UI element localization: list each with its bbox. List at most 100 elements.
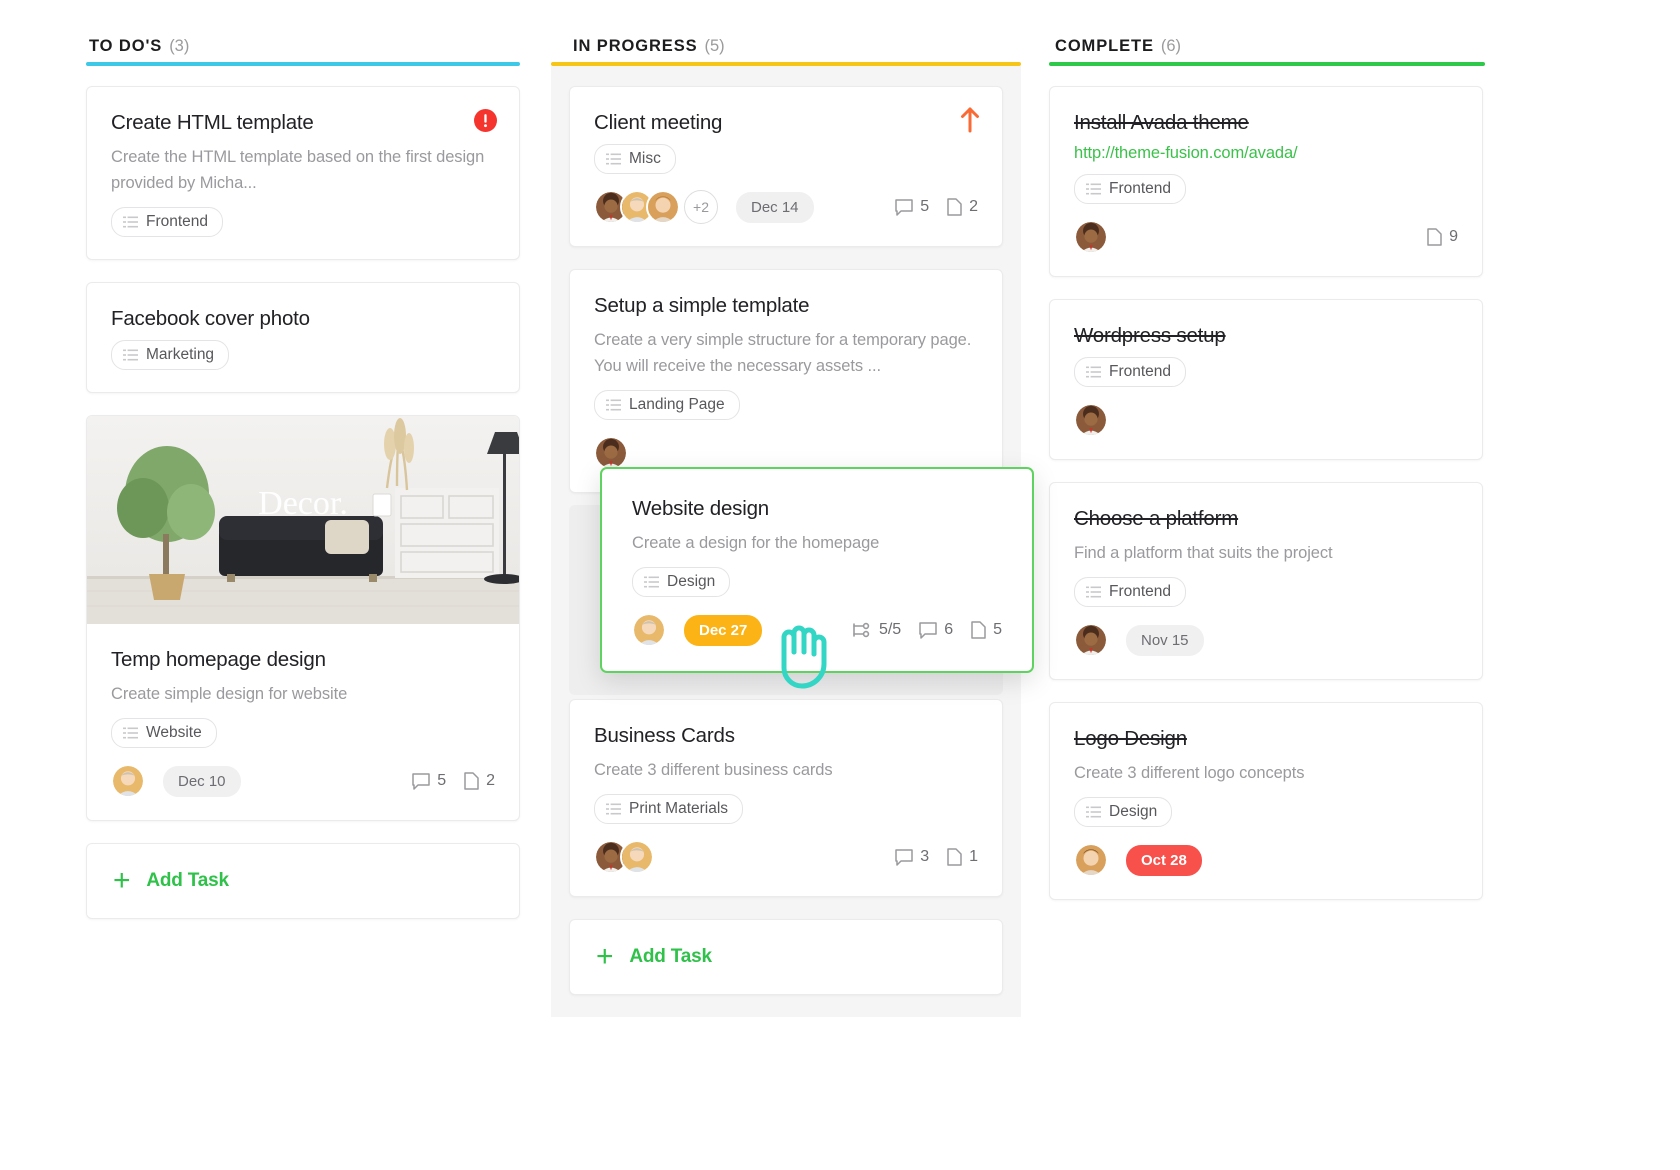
card-title: Client meeting <box>594 111 723 134</box>
avatar[interactable] <box>620 840 654 874</box>
avatar[interactable] <box>594 436 628 470</box>
avatar[interactable] <box>646 190 680 224</box>
avatar[interactable] <box>1074 403 1108 437</box>
task-card[interactable]: Install Avada theme http://theme-fusion.… <box>1049 86 1483 277</box>
list-icon <box>1086 806 1101 818</box>
tag-label: Frontend <box>1109 583 1172 600</box>
task-card[interactable]: Setup a simple template Create a very si… <box>569 269 1003 493</box>
kanban-board: TO DO'S (3) Create HTML template Create … <box>0 0 1680 1170</box>
comments-count: 5 <box>437 772 447 789</box>
card-tag[interactable]: Marketing <box>111 340 230 370</box>
task-card[interactable]: Client meeting Misc +2 Dec 14 5 2 <box>569 86 1003 247</box>
card-tag[interactable]: Misc <box>594 144 676 174</box>
avatar[interactable] <box>1074 623 1108 657</box>
add-task-label: Add Task <box>629 946 712 967</box>
tag-label: Design <box>667 573 716 590</box>
assignee-avatars[interactable] <box>594 190 680 224</box>
assignee-avatars[interactable] <box>594 840 654 874</box>
card-description: Create a very simple structure for a tem… <box>594 331 972 375</box>
card-tag[interactable]: Frontend <box>1074 357 1187 387</box>
card-meta: 5 2 <box>412 772 495 790</box>
files-meta: 9 <box>1427 228 1458 246</box>
card-tag[interactable]: Design <box>632 567 731 597</box>
avatar[interactable] <box>111 764 145 798</box>
assignee-avatars[interactable] <box>632 613 666 647</box>
card-title: Choose a platform <box>1074 507 1239 530</box>
card-tag[interactable]: Print Materials <box>594 794 744 824</box>
task-card[interactable]: Logo Design Create 3 different logo conc… <box>1049 702 1483 900</box>
list-icon <box>606 153 621 165</box>
files-meta: 2 <box>464 772 495 790</box>
card-tag[interactable]: Frontend <box>1074 174 1187 204</box>
tag-label: Landing Page <box>629 396 725 413</box>
column-header-todo: TO DO'S (3) <box>86 0 556 62</box>
tag-label: Design <box>1109 803 1158 820</box>
assignee-avatars[interactable] <box>1074 843 1108 877</box>
task-card[interactable]: Facebook cover photo Marketing <box>86 282 520 393</box>
assignee-avatars[interactable] <box>594 436 628 470</box>
list-icon <box>644 576 659 588</box>
card-description: Create the HTML template based on the fi… <box>111 148 485 192</box>
grab-hand-cursor-icon <box>781 625 827 689</box>
card-meta: 5/5 6 5 <box>852 621 1002 639</box>
card-title: Create HTML template <box>111 111 314 134</box>
card-tag[interactable]: Frontend <box>111 207 224 237</box>
card-meta: 9 <box>1427 228 1458 246</box>
task-card[interactable]: Decor. Temp homepage design Create simpl… <box>86 415 520 821</box>
avatar[interactable] <box>1074 220 1108 254</box>
assignee-avatars[interactable] <box>1074 623 1108 657</box>
files-meta: 2 <box>947 198 978 216</box>
avatar-overflow-count[interactable]: +2 <box>684 190 718 224</box>
comment-icon <box>895 848 913 866</box>
assignee-avatars[interactable] <box>111 764 145 798</box>
card-title: Business Cards <box>594 724 735 747</box>
list-icon <box>1086 586 1101 598</box>
list-icon <box>1086 366 1101 378</box>
task-card[interactable]: Wordpress setup Frontend <box>1049 299 1483 460</box>
assignee-avatars[interactable] <box>1074 220 1108 254</box>
card-footer <box>1074 403 1458 437</box>
card-footer: Oct 28 <box>1074 843 1458 877</box>
list-icon <box>123 727 138 739</box>
list-icon <box>1086 183 1101 195</box>
comments-meta: 5 <box>895 198 929 216</box>
files-count: 5 <box>993 621 1002 638</box>
checklist-meta: 5/5 <box>852 621 901 639</box>
checklist-icon <box>853 622 870 638</box>
svg-text:Decor.: Decor. <box>258 485 348 522</box>
avatar[interactable] <box>632 613 666 647</box>
card-tag[interactable]: Landing Page <box>594 390 740 420</box>
file-icon <box>947 848 962 866</box>
list-icon <box>123 349 138 361</box>
card-link[interactable]: http://theme-fusion.com/avada/ <box>1074 144 1458 163</box>
card-footer: 9 <box>1074 220 1458 254</box>
card-title: Website design <box>632 497 769 520</box>
tag-label: Website <box>146 724 202 741</box>
card-description: Create 3 different logo concepts <box>1074 764 1305 782</box>
task-card[interactable]: Create HTML template Create the HTML tem… <box>86 86 520 260</box>
task-card[interactable]: Choose a platform Find a platform that s… <box>1049 482 1483 680</box>
card-tag[interactable]: Website <box>111 718 217 748</box>
assignee-avatars[interactable] <box>1074 403 1108 437</box>
card-tag[interactable]: Design <box>1074 797 1173 827</box>
card-meta: 3 1 <box>895 848 978 866</box>
card-description: Create a design for the homepage <box>632 534 880 552</box>
comments-count: 3 <box>920 848 930 865</box>
comment-icon <box>919 621 937 639</box>
due-date-badge: Dec 10 <box>163 765 241 797</box>
card-title: Install Avada theme <box>1074 111 1249 134</box>
add-task-button-in-progress[interactable]: + Add Task <box>569 919 1003 995</box>
file-icon <box>971 621 986 639</box>
add-task-label: Add Task <box>146 870 229 891</box>
card-tag[interactable]: Frontend <box>1074 577 1187 607</box>
card-title: Setup a simple template <box>594 294 810 317</box>
avatar[interactable] <box>1074 843 1108 877</box>
comments-meta: 3 <box>895 848 929 866</box>
due-date-badge: Oct 28 <box>1126 844 1202 876</box>
card-footer: +2 Dec 14 5 2 <box>594 190 978 224</box>
comment-icon <box>895 198 913 216</box>
add-task-button-todo[interactable]: + Add Task <box>86 843 520 919</box>
column-complete: COMPLETE (6) Install Avada theme http://… <box>1049 0 1519 922</box>
comment-icon <box>412 772 430 790</box>
task-card[interactable]: Business Cards Create 3 different busine… <box>569 699 1003 897</box>
